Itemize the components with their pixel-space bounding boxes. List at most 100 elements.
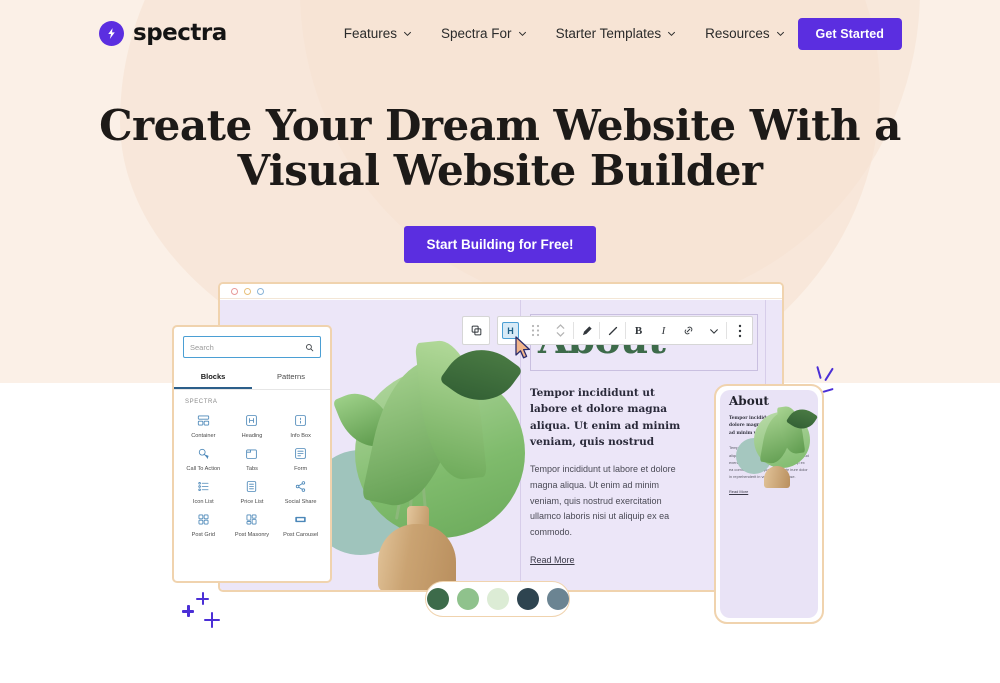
chevron-down-icon: [776, 31, 784, 36]
toolbar-style-button[interactable]: [600, 317, 625, 344]
icon-list-icon: [179, 478, 228, 495]
nav-label: Features: [343, 25, 398, 41]
search-placeholder: Search: [190, 342, 214, 352]
window-dot-close[interactable]: [231, 287, 238, 295]
chevron-down-icon: [709, 328, 718, 334]
block-label: Post Masonry: [234, 532, 270, 538]
site-header: spectra Features Spectra For Starter Tem…: [0, 0, 1000, 66]
block-label: Social Share: [284, 499, 317, 505]
color-swatch-2[interactable]: [456, 588, 479, 610]
sparkle-burst-icon: [822, 387, 834, 394]
sparkle-burst-icon: [816, 365, 822, 380]
canvas-read-more-link[interactable]: Read More: [530, 555, 575, 565]
block-item-price-list[interactable]: Price List: [228, 478, 277, 505]
toolbar-block-options-button[interactable]: [727, 317, 752, 344]
block-item-social-share[interactable]: Social Share: [276, 478, 325, 505]
chevron-down-icon: [518, 31, 526, 36]
sparkle-plus-group: [182, 592, 228, 632]
get-started-button[interactable]: Get Started: [797, 18, 902, 50]
container-icon: [179, 412, 228, 429]
block-item-post-masonry[interactable]: Post Masonry: [228, 511, 277, 538]
toolbar-more-formats-button[interactable]: [701, 317, 726, 344]
block-item-tabs[interactable]: Tabs: [228, 445, 277, 472]
block-toolbar: H B I: [497, 316, 753, 345]
post-grid-icon: [179, 511, 228, 528]
canvas-subheading: Tempor incididunt ut labore et dolore ma…: [530, 387, 681, 448]
copy-block-button[interactable]: [462, 316, 490, 345]
call-to-action-icon: [179, 445, 228, 462]
post-carousel-icon: [276, 511, 325, 528]
toolbar-transform-button[interactable]: [574, 317, 599, 344]
block-item-post-carousel[interactable]: Post Carousel: [276, 511, 325, 538]
browser-titlebar: [220, 284, 782, 299]
wooden-vase: [764, 466, 790, 488]
block-label: Form: [294, 466, 308, 472]
drag-handle-icon: [531, 324, 540, 337]
window-dot-minimize[interactable]: [244, 287, 251, 295]
block-label: Post Carousel: [283, 532, 319, 538]
block-grid: Container Heading Info Box Call To Actio…: [174, 405, 330, 538]
block-item-icon-list[interactable]: Icon List: [179, 478, 228, 505]
landing-page: spectra Features Spectra For Starter Tem…: [0, 0, 1000, 683]
move-up-down-icon: [556, 324, 565, 337]
main-nav: Features Spectra For Starter Templates R…: [344, 26, 785, 41]
toolbar-bold-button[interactable]: B: [626, 317, 651, 344]
sparkle-burst-group: [812, 365, 844, 398]
phone-read-more-link[interactable]: Read More: [729, 489, 809, 494]
logo-text: spectra: [133, 20, 227, 46]
chevron-down-icon: [404, 31, 411, 36]
block-label: Container: [191, 433, 216, 439]
form-icon: [276, 445, 325, 462]
chevron-down-icon: [668, 31, 676, 36]
block-item-call-to-action[interactable]: Call To Action: [179, 445, 228, 472]
nav-item-spectra-for[interactable]: Spectra For: [441, 26, 527, 41]
price-list-icon: [228, 478, 277, 495]
nav-item-resources[interactable]: Resources: [705, 26, 785, 41]
block-label: Price List: [240, 499, 264, 505]
mobile-preview: About Tempor incididunt ut labore et dol…: [714, 384, 824, 624]
tabs-icon: [228, 445, 277, 462]
color-swatch-3[interactable]: [486, 588, 509, 610]
block-inserter-panel: Search Blocks Patterns SPECTRA Container…: [172, 325, 332, 583]
block-item-post-grid[interactable]: Post Grid: [179, 511, 228, 538]
inserter-tabs: Blocks Patterns: [174, 367, 330, 390]
inserter-section-label: SPECTRA: [185, 399, 218, 405]
color-swatch-1[interactable]: [426, 588, 449, 610]
color-swatch-4[interactable]: [516, 588, 539, 610]
color-swatch-5[interactable]: [546, 588, 569, 610]
nav-item-starter-templates[interactable]: Starter Templates: [556, 26, 677, 41]
lightning-bolt-icon: [99, 20, 124, 46]
block-item-heading[interactable]: Heading: [228, 412, 277, 439]
toolbar-move-updown[interactable]: [548, 317, 573, 344]
block-item-container[interactable]: Container: [179, 412, 228, 439]
color-palette: [425, 581, 570, 617]
tab-blocks[interactable]: Blocks: [174, 367, 252, 389]
toolbar-italic-button[interactable]: I: [651, 317, 676, 344]
post-masonry-icon: [228, 511, 277, 528]
nav-label: Starter Templates: [555, 25, 662, 41]
block-label: Call To Action: [186, 466, 221, 472]
nav-label: Resources: [705, 25, 770, 41]
copy-block-icon: [471, 325, 481, 336]
canvas-body-text: Tempor incididunt ut labore et dolore ma…: [530, 464, 676, 538]
heading-icon: [228, 412, 277, 429]
window-dot-maximize[interactable]: [257, 287, 264, 295]
block-item-form[interactable]: Form: [276, 445, 325, 472]
search-icon: [306, 343, 314, 351]
plus-sparkle-icon: [182, 605, 194, 617]
mouse-cursor-icon: [515, 336, 531, 359]
block-label: Post Grid: [191, 532, 215, 538]
bold-icon: B: [634, 324, 643, 337]
phone-screen[interactable]: About Tempor incididunt ut labore et dol…: [720, 390, 818, 618]
social-share-icon: [276, 478, 325, 495]
link-icon: [684, 326, 693, 335]
block-item-info-box[interactable]: Info Box: [276, 412, 325, 439]
plus-sparkle-icon: [196, 592, 209, 605]
three-dots-icon: [738, 324, 741, 337]
italic-icon: I: [661, 324, 666, 337]
toolbar-link-button[interactable]: [676, 317, 701, 344]
logo[interactable]: spectra: [99, 20, 227, 46]
search-input[interactable]: Search: [183, 336, 321, 358]
tab-patterns[interactable]: Patterns: [252, 367, 330, 389]
nav-item-features[interactable]: Features: [344, 26, 412, 41]
